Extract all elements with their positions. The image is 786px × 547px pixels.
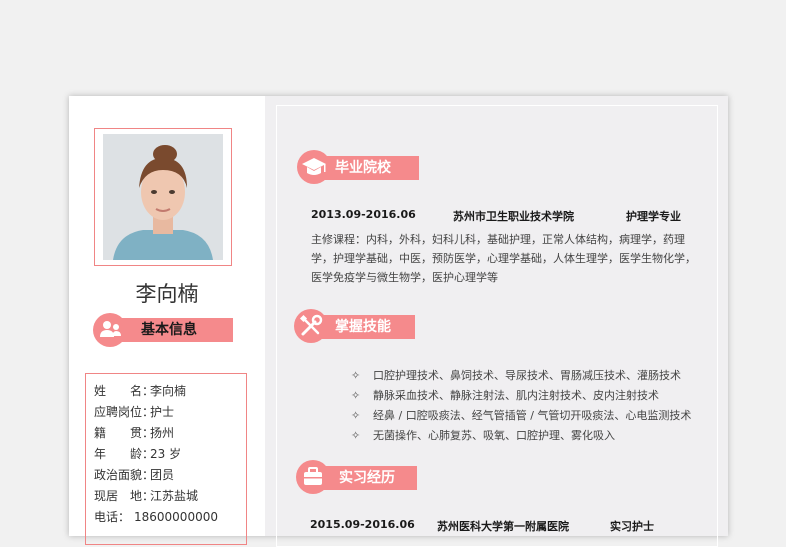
basic-info-box: 姓 名：李向楠 应聘岗位：护士 籍 贯：扬州 年 龄：23 岁 政治面貌：团员 …	[85, 373, 247, 545]
internship-role: 实习护士	[610, 520, 654, 533]
skill-item: ✧ 无菌操作、心肺复苏、吸氧、口腔护理、雾化吸入	[351, 429, 615, 442]
info-row: 籍 贯：扬州	[94, 426, 175, 440]
internship-org: 苏州医科大学第一附属医院	[437, 520, 569, 533]
education-period: 2013.09-2016.06	[311, 208, 416, 221]
info-row: 姓 名：李向楠	[94, 384, 187, 398]
info-row: 电话： 18600000000	[94, 510, 218, 524]
right-column: 毕业院校 2013.09-2016.06 苏州市卫生职业技术学院 护理学专业 主…	[265, 96, 728, 547]
internship-period: 2015.09-2016.06	[310, 518, 415, 531]
courses-line: 医学免疫学与微生物学，医护心理学等	[311, 271, 498, 284]
internship-title: 实习经历	[339, 470, 395, 486]
info-row: 年 龄：23 岁	[94, 447, 182, 461]
skill-item: ✧ 静脉采血技术、静脉注射法、肌内注射技术、皮内注射技术	[351, 389, 659, 402]
skill-item: ✧ 口腔护理技术、鼻饲技术、导尿技术、胃肠减压技术、灌肠技术	[351, 369, 681, 382]
diamond-icon: ✧	[351, 409, 361, 422]
info-row: 现居 地：江苏盐城	[94, 489, 199, 503]
left-column: 李向楠 基本信息 姓 名：李向楠 应聘岗位：护士 籍 贯：扬州 年 龄：23 岁…	[69, 96, 265, 545]
info-row: 应聘岗位：护士	[94, 405, 175, 419]
diamond-icon: ✧	[351, 389, 361, 402]
info-row: 政治面貌：团员	[94, 468, 175, 482]
photo-frame	[94, 128, 232, 266]
education-school: 苏州市卫生职业技术学院	[453, 210, 574, 223]
tools-icon	[294, 309, 328, 343]
education-major: 护理学专业	[626, 210, 681, 223]
skill-item: ✧ 经鼻 / 口腔吸痰法、经气管插管 / 气管切开吸痰法、心电监测技术	[351, 409, 692, 422]
basic-info-title: 基本信息	[141, 322, 197, 338]
skills-title: 掌握技能	[335, 319, 391, 335]
basic-info-header: 基本信息	[109, 318, 233, 342]
profile-photo	[103, 134, 223, 260]
education-title: 毕业院校	[335, 160, 391, 176]
courses-line: 学，护理学基础，中医，预防医学，心理学基础，人体生理学，医学生物化学，	[311, 252, 696, 265]
diamond-icon: ✧	[351, 369, 361, 382]
graduation-cap-icon	[297, 150, 331, 184]
resume-sheet: 李向楠 基本信息 姓 名：李向楠 应聘岗位：护士 籍 贯：扬州 年 龄：23 岁…	[69, 96, 728, 547]
candidate-name: 李向楠	[135, 282, 199, 306]
courses-line: 主修课程：内科，外科，妇科儿科，基础护理，正常人体结构，病理学，药理	[311, 233, 685, 246]
person-icon	[93, 313, 127, 347]
diamond-icon: ✧	[351, 429, 361, 442]
briefcase-icon	[296, 460, 330, 494]
